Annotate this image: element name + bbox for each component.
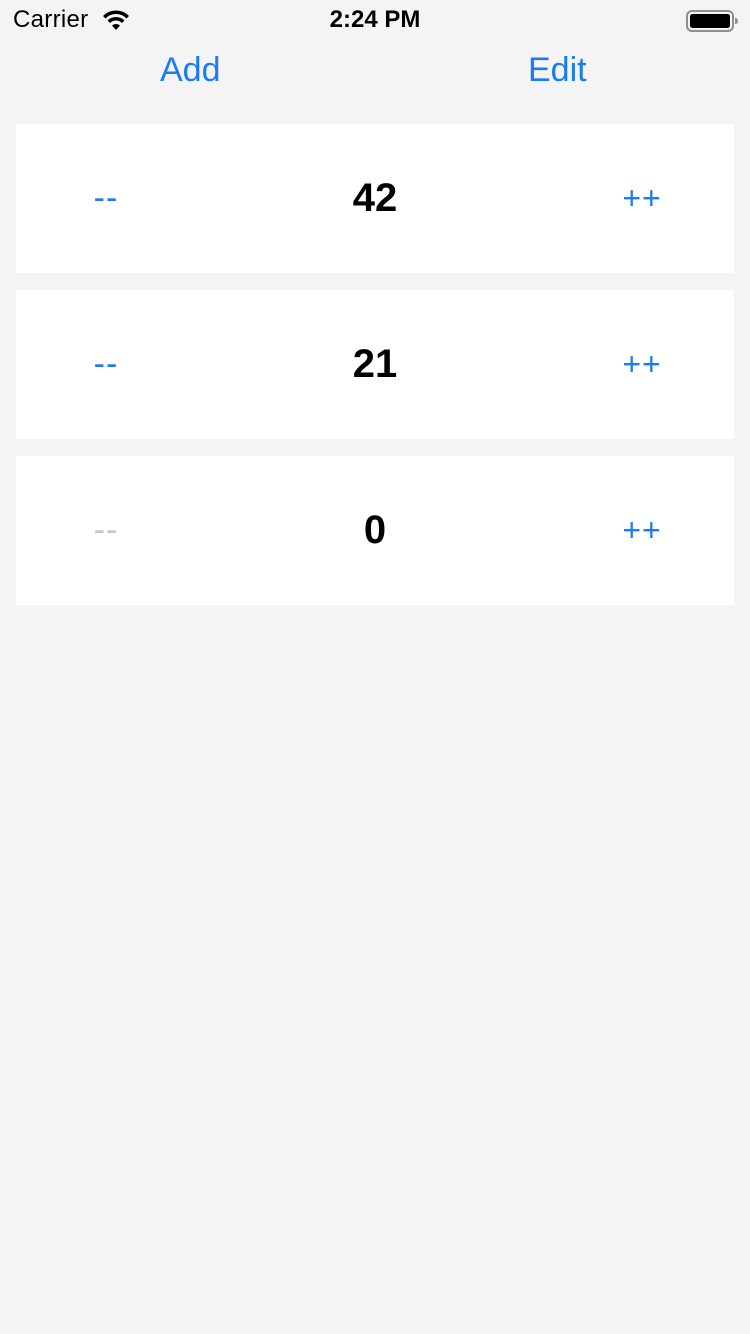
- increment-button[interactable]: ++: [612, 456, 672, 605]
- counter-list: -- 42 ++ -- 21 ++ -- 0 ++: [16, 124, 734, 622]
- decrement-button[interactable]: --: [76, 456, 136, 605]
- battery-icon: [686, 10, 738, 32]
- increment-button[interactable]: ++: [612, 124, 672, 273]
- counter-row: -- 42 ++: [16, 124, 734, 273]
- counter-row: -- 21 ++: [16, 290, 734, 439]
- add-button[interactable]: Add: [160, 48, 221, 92]
- decrement-button[interactable]: --: [76, 290, 136, 439]
- decrement-button[interactable]: --: [76, 124, 136, 273]
- increment-button[interactable]: ++: [612, 290, 672, 439]
- status-bar: Carrier 2:24 PM: [0, 0, 750, 40]
- status-time: 2:24 PM: [329, 6, 421, 33]
- edit-button[interactable]: Edit: [528, 48, 587, 92]
- counter-row: -- 0 ++: [16, 456, 734, 605]
